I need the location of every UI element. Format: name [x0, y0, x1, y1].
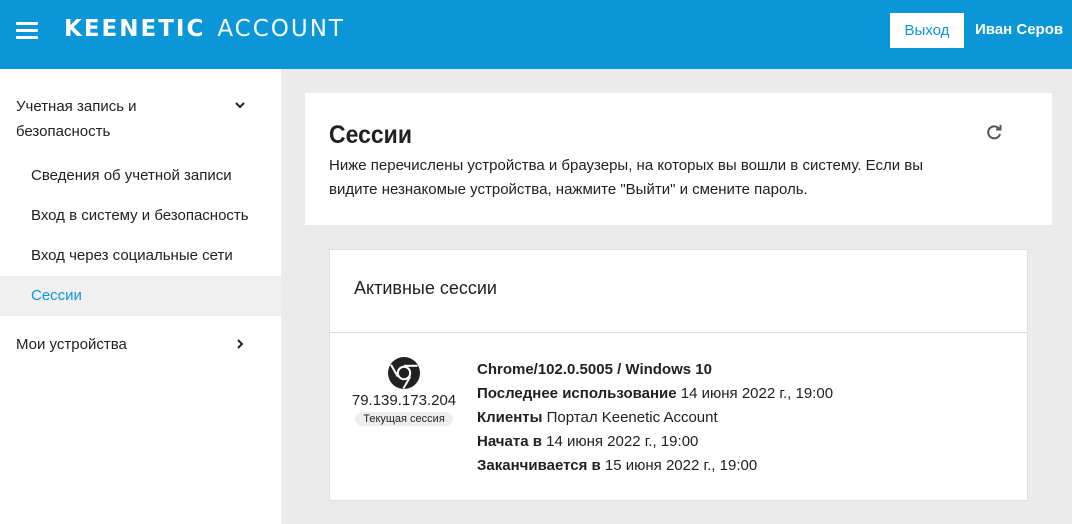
chevron-down-icon [235, 100, 245, 110]
sidebar-item-account-info[interactable]: Сведения об учетной записи [0, 156, 281, 196]
sidebar-item-sessions[interactable]: Сессии [0, 276, 281, 316]
hamburger-menu-icon[interactable] [16, 22, 38, 40]
chrome-icon [387, 356, 421, 390]
sidebar-group-account-security[interactable]: Учетная запись и безопасность [0, 90, 281, 146]
session-ip: 79.139.173.204 [351, 392, 457, 409]
sidebar-group-label: Учетная запись и безопасность [16, 98, 137, 140]
chevron-right-icon [235, 339, 245, 349]
sidebar: Учетная запись и безопасность Сведения о… [0, 69, 281, 524]
active-sessions-card: Активные сессии 79.139.173.204 Текущая с… [329, 249, 1028, 501]
session-started: Начата в 14 июня 2022 г., 19:00 [477, 433, 699, 450]
page-title: Сессии [329, 121, 412, 149]
page-header-card: Сессии Ниже перечислены устройства и бра… [305, 93, 1052, 225]
session-last-used: Последнее использование 14 июня 2022 г.,… [477, 385, 834, 402]
sidebar-item-label: Сведения об учетной записи [31, 167, 232, 184]
user-name[interactable]: Иван Серов [975, 21, 1063, 38]
refresh-icon[interactable] [985, 124, 1003, 142]
session-details: Chrome/102.0.5005 / Windows 10 Последнее… [477, 358, 833, 478]
divider [330, 332, 1027, 333]
logo-sub: ACCOUNT [217, 16, 345, 42]
sidebar-item-login-security[interactable]: Вход в систему и безопасность [0, 196, 281, 236]
page-description: Ниже перечислены устройства и браузеры, … [329, 157, 924, 198]
sidebar-item-label: Вход в систему и безопасность [31, 207, 249, 224]
logout-button[interactable]: Выход [890, 13, 964, 48]
sidebar-item-social-login[interactable]: Вход через социальные сети [0, 236, 281, 276]
session-clients: Клиенты Портал Keenetic Account [477, 409, 718, 426]
sidebar-item-label: Вход через социальные сети [31, 247, 233, 264]
session-device-info: 79.139.173.204 Текущая сессия [330, 356, 478, 427]
logo-brand: KEENETIC [64, 16, 206, 42]
current-session-badge: Текущая сессия [355, 412, 453, 426]
sessions-title: Активные сессии [354, 278, 497, 298]
sidebar-item-my-devices[interactable]: Мои устройства [0, 325, 281, 365]
sidebar-item-label: Мои устройства [16, 336, 127, 353]
keenetic-account-logo[interactable]: KEENETIC ACCOUNT [64, 14, 345, 44]
sidebar-item-label: Сессии [31, 287, 82, 304]
top-header: KEENETIC ACCOUNT Выход Иван Серов [0, 0, 1072, 69]
session-browser: Chrome/102.0.5005 / Windows 10 [477, 361, 712, 378]
session-ends: Заканчивается в 15 июня 2022 г., 19:00 [477, 457, 758, 474]
